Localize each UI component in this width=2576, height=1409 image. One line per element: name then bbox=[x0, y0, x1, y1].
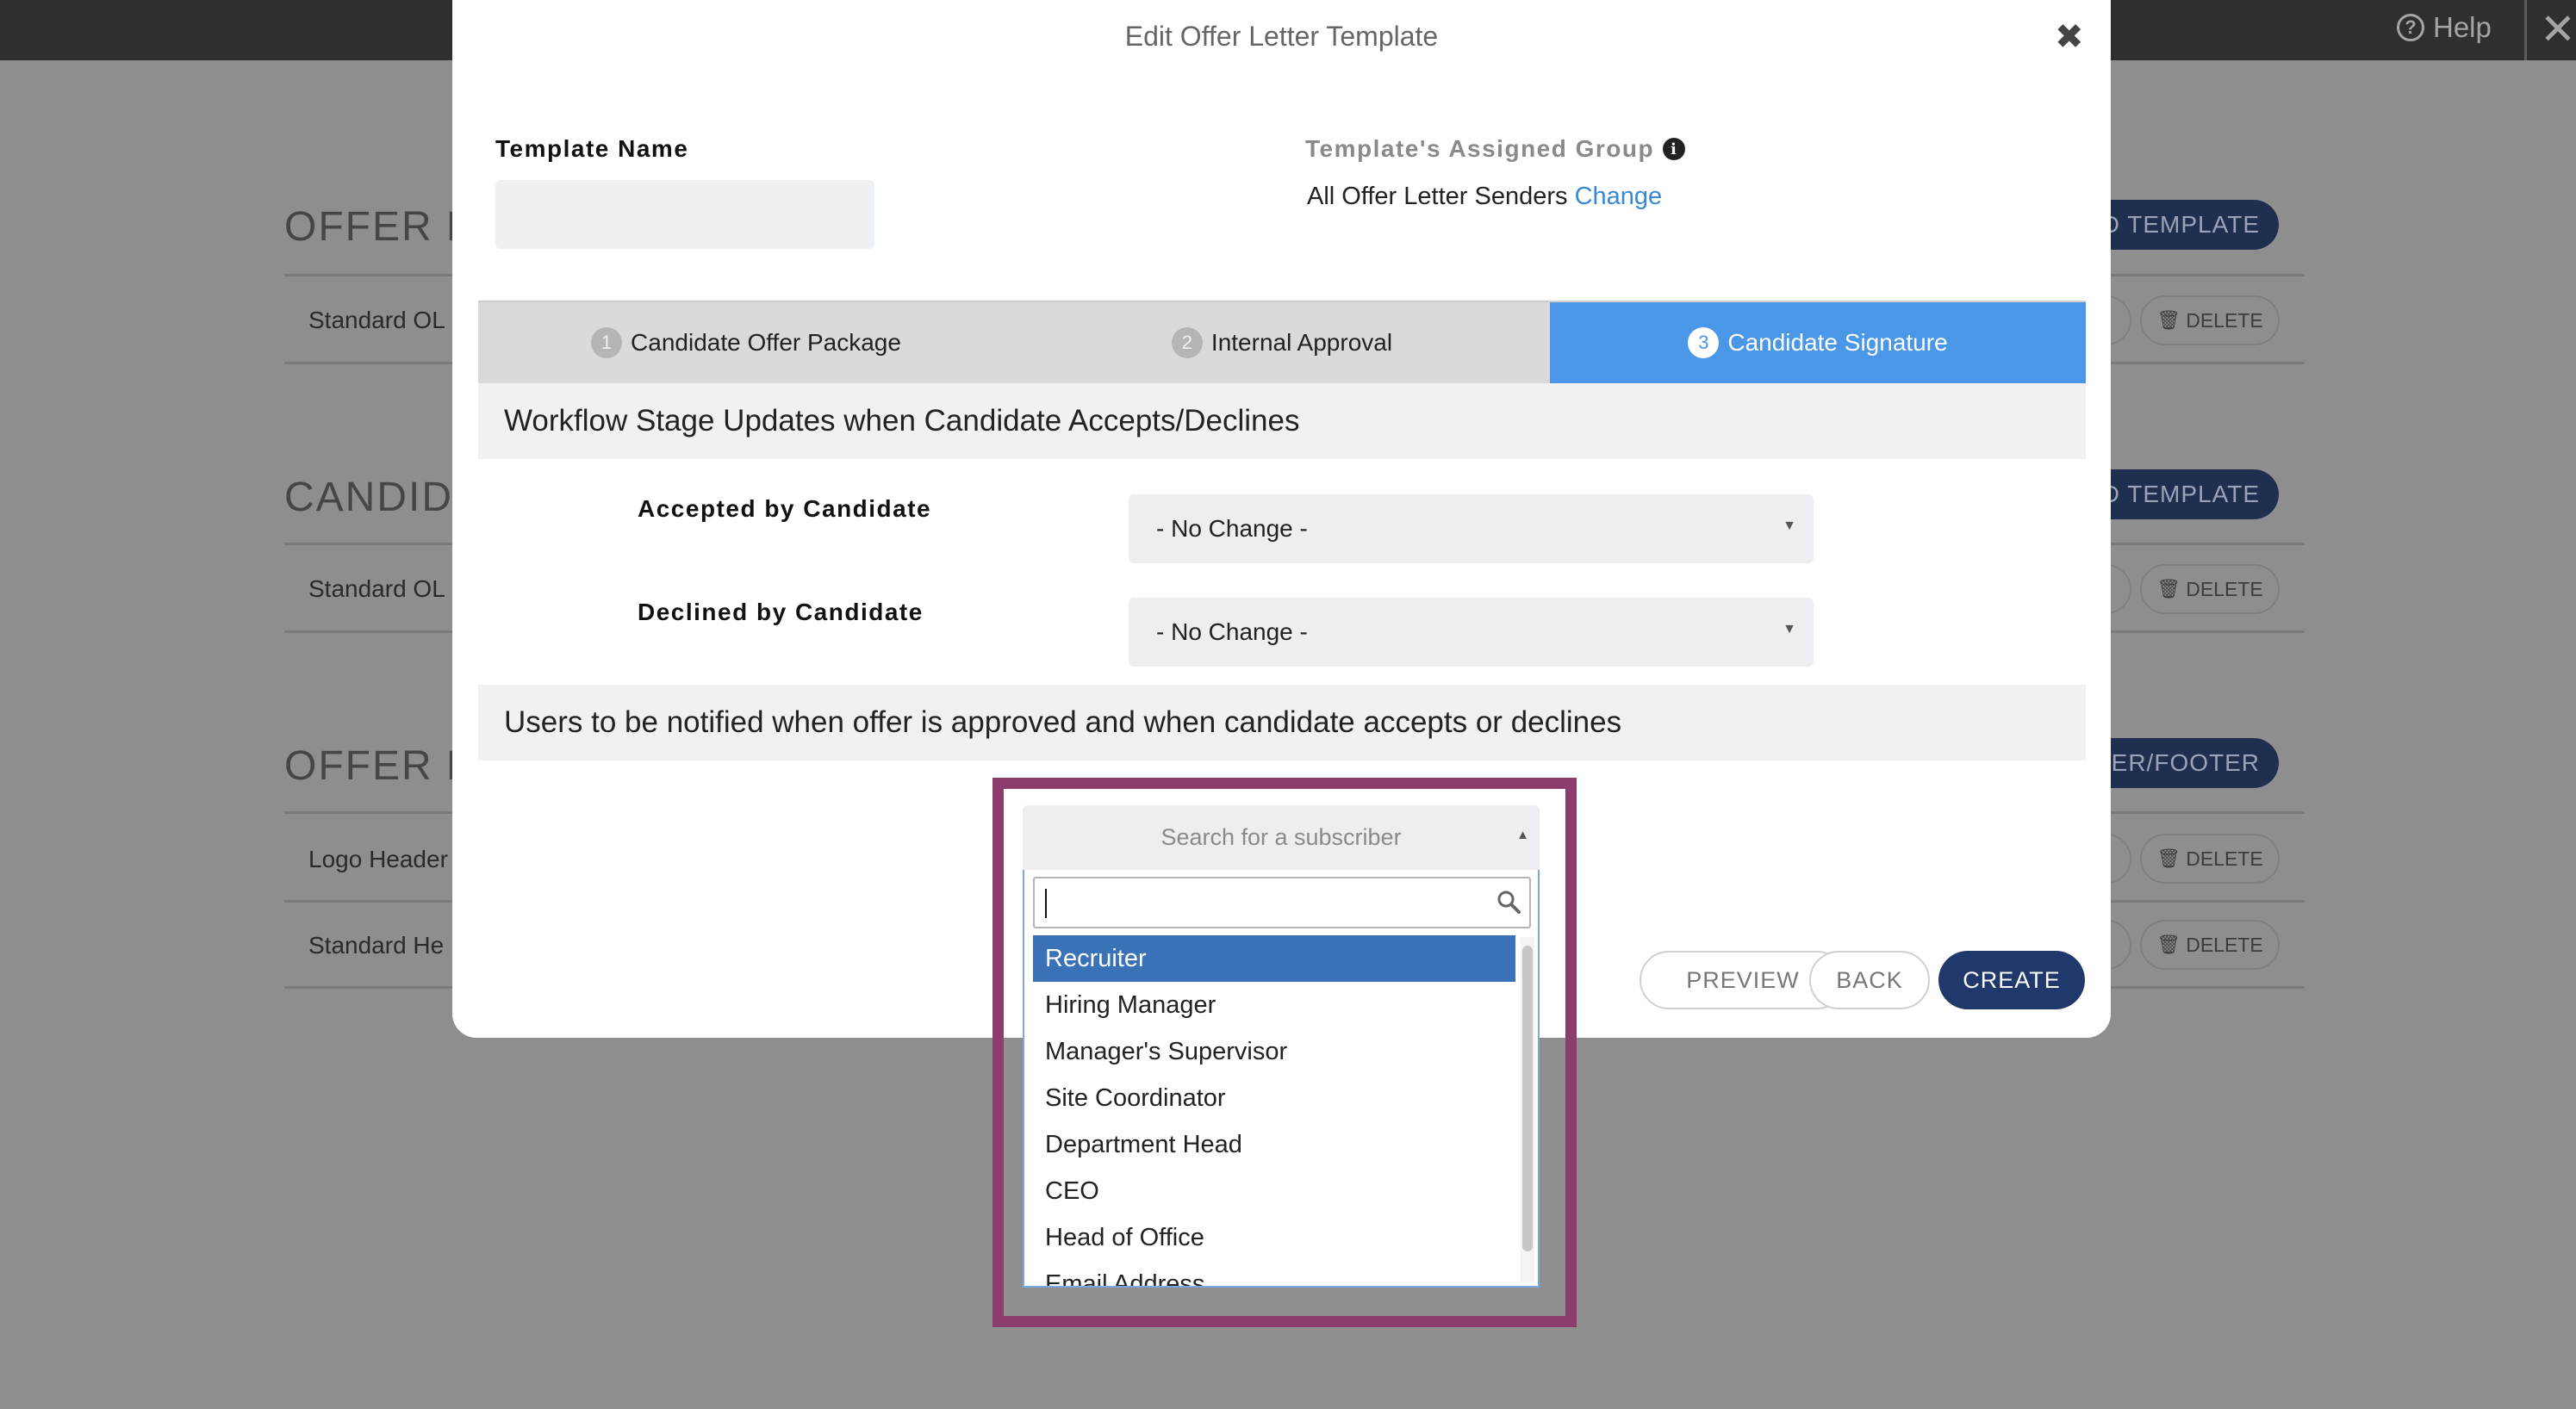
back-button[interactable]: BACK bbox=[1809, 951, 1930, 1009]
option-recruiter[interactable]: Recruiter bbox=[1033, 935, 1515, 982]
option-email-address[interactable]: Email Address bbox=[1033, 1261, 1515, 1287]
list-item: Standard OL bbox=[308, 575, 445, 602]
notify-section-heading: Users to be notified when offer is appro… bbox=[478, 685, 2086, 760]
trash-icon: 🗑 bbox=[2156, 309, 2181, 331]
option-head-of-office[interactable]: Head of Office bbox=[1033, 1214, 1515, 1261]
option-hiring-manager[interactable]: Hiring Manager bbox=[1033, 982, 1515, 1028]
help-link[interactable]: ? Help bbox=[2397, 10, 2492, 45]
delete-button[interactable]: 🗑 DELETE bbox=[2140, 295, 2280, 345]
delete-button[interactable]: 🗑 DELETE bbox=[2140, 564, 2280, 614]
caret-down-icon: ▼ bbox=[1783, 622, 1796, 636]
caret-down-icon: ▼ bbox=[1783, 518, 1796, 533]
list-item: Standard OL bbox=[308, 307, 445, 333]
list-item: Standard He bbox=[308, 932, 445, 959]
accepted-label: Accepted by Candidate bbox=[638, 495, 932, 522]
option-managers-supervisor[interactable]: Manager's Supervisor bbox=[1033, 1028, 1515, 1075]
trash-icon: 🗑 bbox=[2156, 847, 2181, 869]
scrollbar-thumb[interactable] bbox=[1522, 946, 1533, 1251]
declined-label: Declined by Candidate bbox=[638, 599, 924, 625]
trash-icon: 🗑 bbox=[2156, 578, 2181, 599]
template-name-input[interactable] bbox=[495, 180, 874, 249]
tab-internal-approval[interactable]: 2 Internal Approval bbox=[1014, 302, 1550, 383]
option-site-coordinator[interactable]: Site Coordinator bbox=[1033, 1075, 1515, 1121]
search-icon bbox=[1497, 891, 1521, 914]
workflow-section-heading: Workflow Stage Updates when Candidate Ac… bbox=[478, 383, 2086, 459]
option-department-head[interactable]: Department Head bbox=[1033, 1121, 1515, 1168]
step-number: 3 bbox=[1688, 327, 1720, 358]
list-item: Logo Header bbox=[308, 846, 448, 872]
dropdown-scrollbar[interactable] bbox=[1521, 937, 1534, 1282]
step-number: 1 bbox=[591, 327, 623, 358]
declined-stage-select[interactable]: - No Change - ▼ bbox=[1129, 598, 1814, 667]
delete-button[interactable]: 🗑 DELETE bbox=[2140, 834, 2280, 884]
assigned-group-value: All Offer Letter Senders Change bbox=[1307, 183, 1663, 210]
modal-title: Edit Offer Letter Template bbox=[1124, 21, 1439, 52]
stage-tabs: 1 Candidate Offer Package 2 Internal App… bbox=[478, 301, 2086, 383]
close-icon[interactable]: ✕ bbox=[2540, 5, 2576, 53]
divider bbox=[2524, 0, 2527, 60]
tab-candidate-offer-package[interactable]: 1 Candidate Offer Package bbox=[478, 302, 1014, 383]
question-circle-icon: ? bbox=[2397, 14, 2424, 41]
option-ceo[interactable]: CEO bbox=[1033, 1168, 1515, 1214]
create-button[interactable]: CREATE bbox=[1938, 951, 2085, 1009]
tab-candidate-signature[interactable]: 3 Candidate Signature bbox=[1550, 302, 2086, 383]
info-icon[interactable]: i bbox=[1663, 138, 1686, 160]
change-group-link[interactable]: Change bbox=[1575, 183, 1663, 210]
subscriber-options: Recruiter Hiring Manager Manager's Super… bbox=[1033, 935, 1515, 1287]
step-number: 2 bbox=[1171, 327, 1203, 358]
help-label: Help bbox=[2433, 11, 2492, 43]
text-cursor bbox=[1045, 889, 1047, 918]
subscriber-dropdown: Recruiter Hiring Manager Manager's Super… bbox=[1023, 870, 1540, 1288]
trash-icon: 🗑 bbox=[2156, 934, 2181, 955]
delete-button[interactable]: 🗑 DELETE bbox=[2140, 920, 2280, 970]
template-name-label: Template Name bbox=[495, 135, 689, 162]
caret-up-icon: ▲ bbox=[1516, 828, 1529, 842]
subscriber-select[interactable]: Search for a subscriber ▲ bbox=[1023, 805, 1540, 870]
subscriber-search-input[interactable] bbox=[1033, 877, 1531, 928]
close-icon[interactable]: ✖ bbox=[2055, 17, 2084, 57]
accepted-stage-select[interactable]: - No Change - ▼ bbox=[1129, 494, 1814, 563]
assigned-group-label: Template's Assigned Group i bbox=[1305, 135, 1686, 163]
